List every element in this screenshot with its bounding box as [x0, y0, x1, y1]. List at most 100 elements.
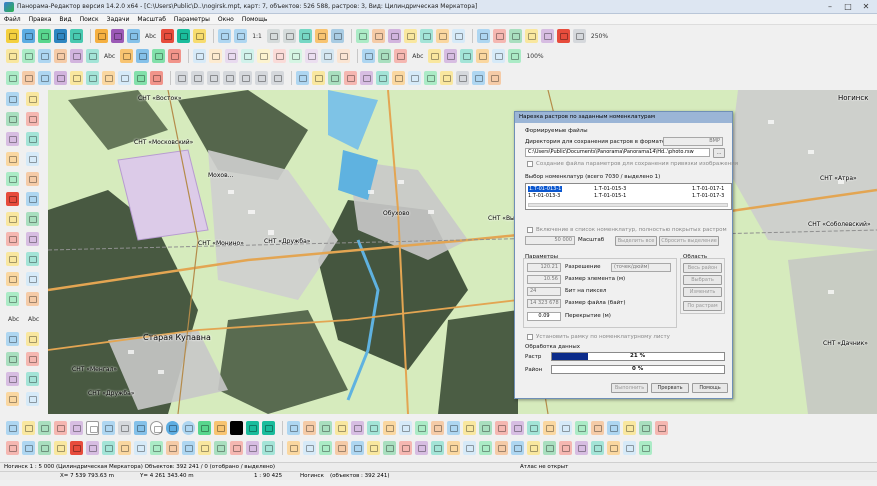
railway-icon[interactable] [102, 71, 115, 85]
text-b-icon[interactable] [303, 441, 316, 455]
area-measure-icon[interactable] [26, 272, 39, 286]
pencil-icon[interactable] [524, 29, 538, 43]
anchor-icon[interactable] [408, 71, 421, 85]
link-icon[interactable] [86, 441, 99, 455]
zoom-in-icon[interactable] [218, 29, 232, 43]
draw-arc-icon[interactable] [6, 152, 19, 166]
text-move-icon[interactable] [26, 332, 39, 346]
checkmark-icon[interactable] [298, 29, 312, 43]
align-icon[interactable] [150, 441, 163, 455]
red-square-icon[interactable] [556, 29, 570, 43]
settings-icon[interactable] [26, 392, 39, 406]
text-o-icon[interactable] [511, 441, 524, 455]
menu-edit[interactable]: Правка [25, 16, 56, 23]
grid-3d-icon[interactable] [367, 421, 380, 435]
gear-icon[interactable] [6, 392, 19, 406]
nom-cell-selected[interactable]: 1.Т-01-013-1 [528, 186, 563, 192]
change-area-button[interactable]: Изменить [683, 287, 722, 297]
bridge-icon[interactable] [70, 71, 83, 85]
label-icon[interactable] [6, 352, 19, 366]
lock-icon[interactable] [198, 441, 211, 455]
power-line-icon[interactable] [118, 71, 131, 85]
sym-p-icon[interactable] [623, 421, 636, 435]
flag-icon[interactable] [392, 71, 405, 85]
offset-icon[interactable] [241, 49, 255, 63]
menu-help[interactable]: Помощь [238, 16, 272, 23]
tree-icon[interactable] [6, 71, 19, 85]
draw-rect-icon[interactable] [26, 112, 39, 126]
attribute-icon[interactable] [460, 49, 474, 63]
menu-search[interactable]: Поиск [76, 16, 103, 23]
shape-icon[interactable] [102, 421, 115, 435]
height-line-icon[interactable] [335, 421, 348, 435]
arrow-tool-icon[interactable] [38, 49, 51, 63]
slash-icon[interactable] [70, 421, 83, 435]
redo-edit-icon[interactable] [303, 421, 316, 435]
point-object-icon[interactable] [175, 71, 188, 85]
query-icon[interactable] [492, 49, 506, 63]
subtract-icon[interactable] [337, 49, 351, 63]
height-area-icon[interactable] [351, 421, 364, 435]
image-icon[interactable] [22, 441, 35, 455]
node-delete-icon[interactable] [6, 192, 19, 206]
select-all-button[interactable]: Выделить все [615, 236, 657, 246]
zoom-250-button[interactable]: 250% [589, 29, 610, 43]
help-button[interactable]: Помощь [692, 383, 728, 393]
folder-icon[interactable] [22, 421, 35, 435]
curve-icon[interactable] [492, 29, 506, 43]
star-shape-icon[interactable] [134, 421, 147, 435]
fence-icon[interactable] [86, 71, 99, 85]
nom-cell[interactable]: 1.Т-01-015-1 [594, 193, 626, 199]
color-black-icon[interactable] [230, 421, 243, 435]
vertex-icon[interactable] [193, 49, 207, 63]
text-h-icon[interactable] [399, 441, 412, 455]
sym-c-icon[interactable] [415, 421, 428, 435]
menu-file[interactable]: Файл [0, 16, 25, 23]
deselect-button[interactable]: Сбросить выделение [659, 236, 719, 246]
menu-parameters[interactable]: Параметры [170, 16, 214, 23]
menu-scale[interactable]: Масштаб [133, 16, 170, 23]
edit-object-icon[interactable] [95, 29, 108, 43]
pencil-red-icon[interactable] [54, 421, 67, 435]
chart-icon[interactable] [38, 441, 51, 455]
draw-line-icon[interactable] [6, 92, 19, 106]
marker-icon[interactable] [312, 71, 325, 85]
draw-area-icon[interactable] [6, 112, 19, 126]
layer-add-icon[interactable] [38, 421, 51, 435]
text-t-icon[interactable] [591, 441, 604, 455]
grid-icon[interactable] [177, 29, 191, 43]
building-icon[interactable] [22, 71, 35, 85]
map-view[interactable]: СНТ «Восток» СНТ «Московский» Мохов... О… [48, 90, 877, 414]
circle-icon[interactable] [150, 421, 163, 435]
nom-cell[interactable]: 1.Т-01-017-3 [692, 193, 724, 199]
style-icon[interactable] [394, 49, 408, 63]
buffer-icon[interactable] [289, 49, 303, 63]
text-c-icon[interactable] [319, 441, 332, 455]
rectangle-icon[interactable] [86, 421, 99, 435]
sym-n-icon[interactable] [591, 421, 604, 435]
mirror-icon[interactable] [136, 49, 150, 63]
cross-icon[interactable] [271, 71, 284, 85]
text-f-icon[interactable] [367, 441, 380, 455]
highlight-icon[interactable] [344, 71, 357, 85]
trim-icon[interactable] [6, 232, 19, 246]
text-w-icon[interactable] [639, 441, 652, 455]
by-raster-button[interactable]: По растрам [683, 301, 722, 311]
zoom-extent-icon[interactable] [266, 29, 280, 43]
undo-edit-icon[interactable] [287, 421, 300, 435]
menu-tasks[interactable]: Задачи [103, 16, 134, 23]
arrow-right-icon[interactable] [262, 421, 275, 435]
help-cursor-icon[interactable] [451, 29, 465, 43]
sym-o-icon[interactable] [607, 421, 620, 435]
resolution-input[interactable]: 120.21 [527, 263, 561, 272]
abc-style-button[interactable]: Abc [410, 49, 425, 63]
route-icon[interactable] [508, 29, 522, 43]
table-scrollbar[interactable] [528, 203, 728, 207]
relief-icon[interactable] [328, 71, 341, 85]
undo-icon[interactable] [6, 372, 19, 386]
extend-icon[interactable] [26, 212, 39, 226]
star-icon[interactable] [255, 71, 268, 85]
forest-icon[interactable] [134, 71, 147, 85]
stack-icon[interactable] [70, 29, 83, 43]
legend-icon[interactable] [444, 49, 458, 63]
